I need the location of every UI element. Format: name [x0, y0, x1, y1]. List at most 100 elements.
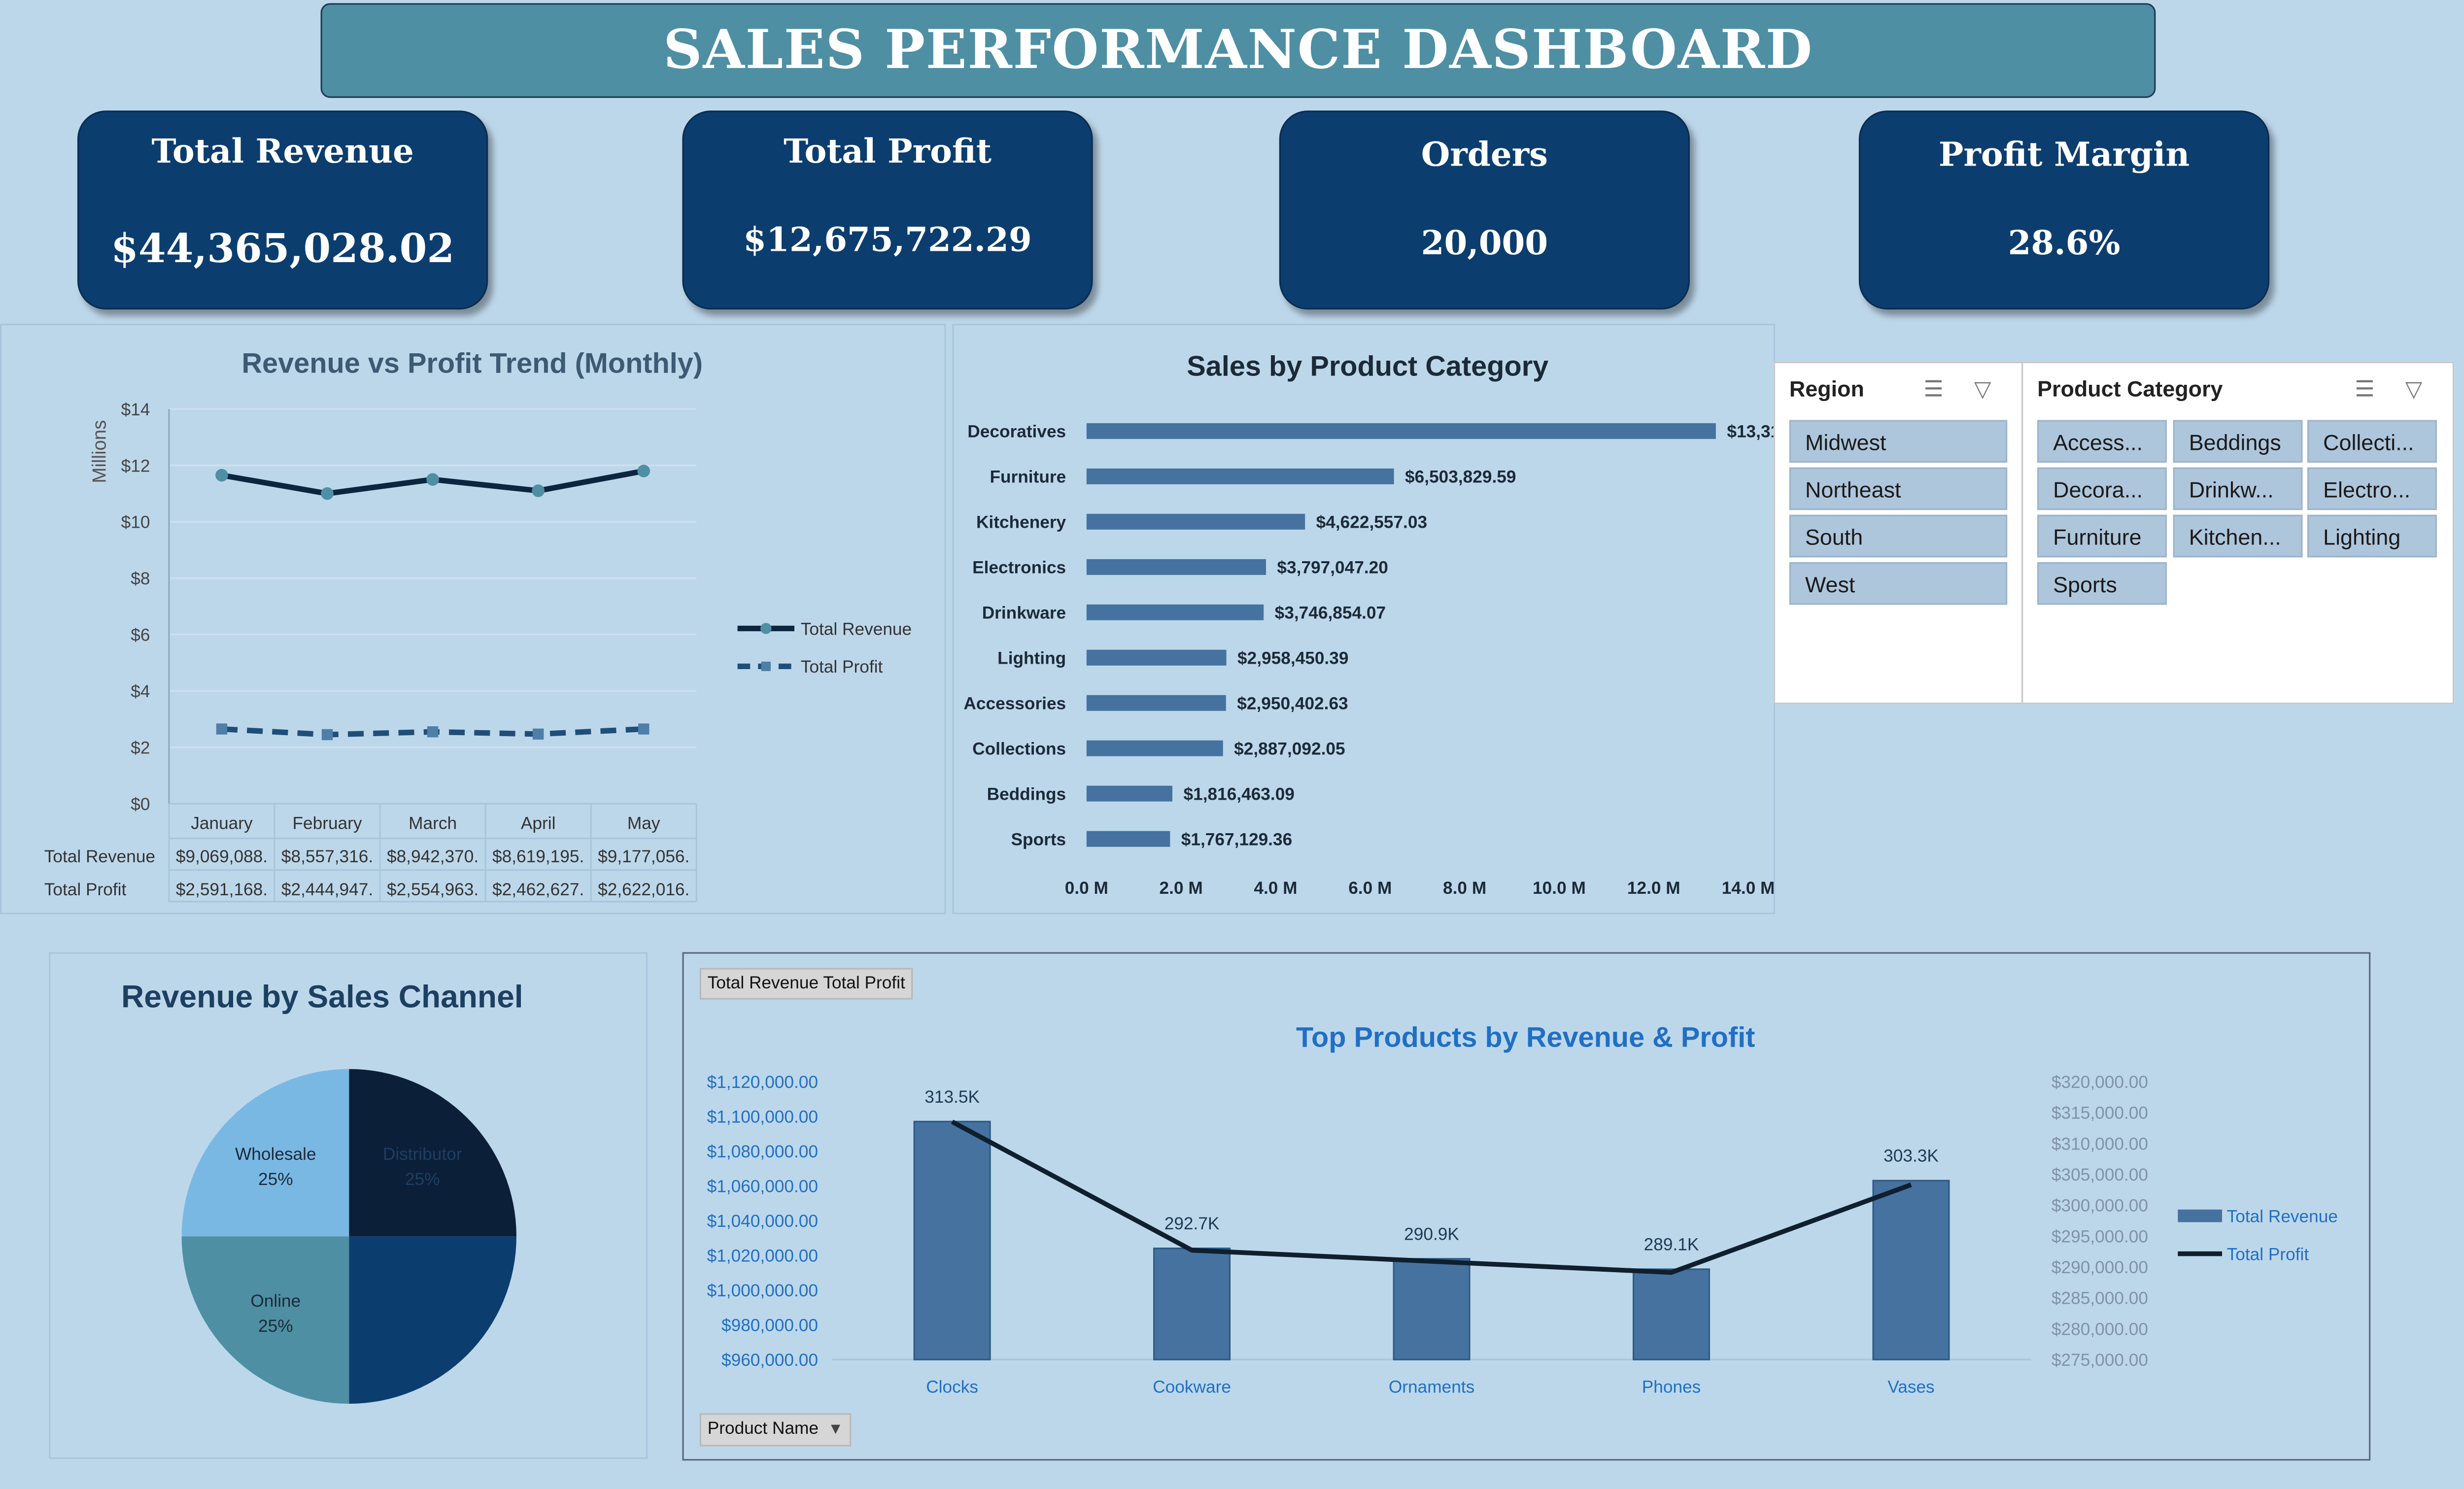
slicer-item-kitchenery[interactable]: Kitchen...: [2173, 514, 2303, 558]
table-row-label: Total Profit: [44, 880, 127, 899]
data-point: [321, 487, 334, 500]
data-label: $3,746,854.07: [1275, 604, 1386, 623]
data-label: $1,816,463.09: [1183, 785, 1294, 804]
slicer-item-midwest[interactable]: Midwest: [1789, 420, 2008, 463]
y-tick-label: $14: [121, 400, 150, 419]
y2-tick-label: $300,000.00: [2052, 1196, 2148, 1216]
pie-chart-title: Revenue by Sales Channel: [121, 979, 523, 1015]
y-tick-label: $2: [131, 739, 150, 758]
sales-channel-chart: Revenue by Sales Channel Distributor 25% O…: [121, 979, 523, 1404]
x-tick-label: January: [191, 813, 253, 833]
category-label: Drinkware: [982, 604, 1066, 623]
y-tick-label: $12: [121, 456, 150, 475]
legend-marker: [761, 661, 771, 671]
table-cell: $9,069,088.: [176, 847, 268, 866]
slicer-item-sports[interactable]: Sports: [2037, 562, 2167, 605]
x-tick-label: 8.0 M: [1443, 879, 1486, 898]
data-label: 289.1K: [1644, 1235, 1699, 1254]
slicer-item-electronics[interactable]: Electro...: [2307, 467, 2437, 510]
table-cell: $8,619,195.: [492, 847, 584, 866]
table-cell: $2,462,627.: [492, 880, 584, 899]
slicer-item-drinkware[interactable]: Drinkw...: [2173, 467, 2303, 510]
data-point: [426, 473, 439, 486]
top-products-panel: Total Revenue Total Profit Top Products …: [682, 952, 2371, 1461]
revenue-profit-trend-chart: Revenue vs Profit Trend (Monthly) Millio…: [44, 347, 912, 903]
slicer-item-northeast[interactable]: Northeast: [1789, 467, 2008, 510]
legend-label: Total Revenue: [801, 619, 912, 639]
product-name-field-button[interactable]: Product Name ▼: [699, 1413, 852, 1447]
slicer-item-south[interactable]: South: [1789, 514, 2008, 558]
clear-filter-icon[interactable]: ▽: [1974, 376, 1991, 403]
table-cell: $2,554,963.: [387, 880, 479, 899]
y-tick-label: $980,000.00: [721, 1316, 818, 1335]
slice-label: Wholesale: [235, 1145, 316, 1164]
multi-select-icon[interactable]: ☰: [1923, 376, 1943, 403]
data-point: [638, 723, 650, 735]
data-label: $13,315,202.60: [1727, 422, 1774, 441]
table-cell: $2,444,947.: [281, 880, 373, 899]
y2-tick-label: $305,000.00: [2052, 1165, 2148, 1184]
data-point: [532, 484, 545, 497]
data-label: $4,622,557.03: [1316, 513, 1427, 532]
y-tick-label: $1,040,000.00: [707, 1212, 818, 1231]
slicer-item-collections[interactable]: Collecti...: [2307, 420, 2437, 463]
y-tick-label: $960,000.00: [721, 1351, 818, 1370]
clear-filter-icon[interactable]: ▽: [2405, 376, 2423, 403]
bar: [1086, 604, 1264, 620]
slicer-item-decoratives[interactable]: Decora...: [2037, 467, 2167, 510]
y2-tick-label: $290,000.00: [2052, 1258, 2148, 1277]
x-tick-label: Cookware: [1153, 1378, 1231, 1397]
kpi-label: Total Revenue: [151, 131, 414, 171]
kpi-label: Profit Margin: [1938, 134, 2190, 174]
y-tick-label: $1,080,000.00: [707, 1142, 818, 1161]
table-cell: $8,942,370.: [387, 847, 479, 866]
slice-label: Online: [250, 1291, 301, 1311]
sales-by-category-panel: Sales by Product Category Decoratives $13…: [952, 323, 1776, 914]
y2-tick-label: $275,000.00: [2052, 1351, 2148, 1370]
y2-tick-label: $280,000.00: [2052, 1320, 2148, 1339]
category-label: Sports: [1011, 830, 1066, 849]
x-tick-label: Clocks: [926, 1378, 978, 1397]
slicer-item-furniture[interactable]: Furniture: [2037, 514, 2167, 558]
dashboard: SALES PERFORMANCE DASHBOARD Total Revenu…: [0, 0, 2464, 1489]
slicer-item-accessories[interactable]: Access...: [2037, 420, 2167, 463]
y2-tick-label: $310,000.00: [2052, 1134, 2148, 1153]
data-label: 290.9K: [1404, 1224, 1459, 1244]
region-slicer-header: Region: [1789, 375, 1864, 401]
data-point: [215, 469, 228, 482]
dashboard-title-bar: SALES PERFORMANCE DASHBOARD: [320, 3, 2156, 98]
region-slicer: Region ☰ ▽ Midwest Northeast South West: [1773, 361, 2023, 705]
dashboard-title: SALES PERFORMANCE DASHBOARD: [663, 19, 1813, 82]
table-cell: $8,557,316.: [281, 847, 373, 866]
category-label: Decoratives: [967, 422, 1066, 441]
data-label: 292.7K: [1164, 1214, 1220, 1233]
data-label: $2,950,402.63: [1237, 694, 1348, 713]
slice-percent: 25%: [405, 1170, 440, 1189]
x-tick-label: March: [409, 813, 457, 833]
slicer-item-lighting[interactable]: Lighting: [2307, 514, 2437, 558]
data-label: $1,767,129.36: [1181, 830, 1292, 849]
line-chart-ylabel: Millions: [89, 420, 110, 483]
product-name-label: Product Name: [707, 1420, 819, 1439]
data-point: [216, 723, 228, 735]
y-tick-label: $1,100,000.00: [707, 1108, 818, 1127]
bar: [1872, 1180, 1950, 1360]
y2-tick-label: $320,000.00: [2052, 1073, 2148, 1092]
x-tick-label: Vases: [1887, 1378, 1934, 1397]
y-tick-label: $6: [131, 626, 150, 645]
y-tick-label: $10: [121, 513, 150, 532]
multi-select-icon[interactable]: ☰: [2355, 376, 2374, 403]
combo-chart-title: Top Products by Revenue & Profit: [1296, 1022, 1755, 1053]
slicer-item-beddings[interactable]: Beddings: [2173, 420, 2303, 463]
y2-tick-label: $315,000.00: [2052, 1104, 2148, 1123]
data-label: $6,503,829.59: [1405, 468, 1516, 487]
category-label: Collections: [972, 740, 1066, 759]
data-point: [637, 465, 650, 477]
table-row-label: Total Revenue: [44, 847, 155, 866]
legend-marker: [760, 623, 772, 634]
slicer-item-west[interactable]: West: [1789, 562, 2008, 605]
bar: [1086, 785, 1173, 802]
bar-chart-title: Sales by Product Category: [1187, 351, 1548, 382]
x-tick-label: Phones: [1642, 1378, 1701, 1397]
kpi-label: Total Profit: [784, 131, 992, 171]
